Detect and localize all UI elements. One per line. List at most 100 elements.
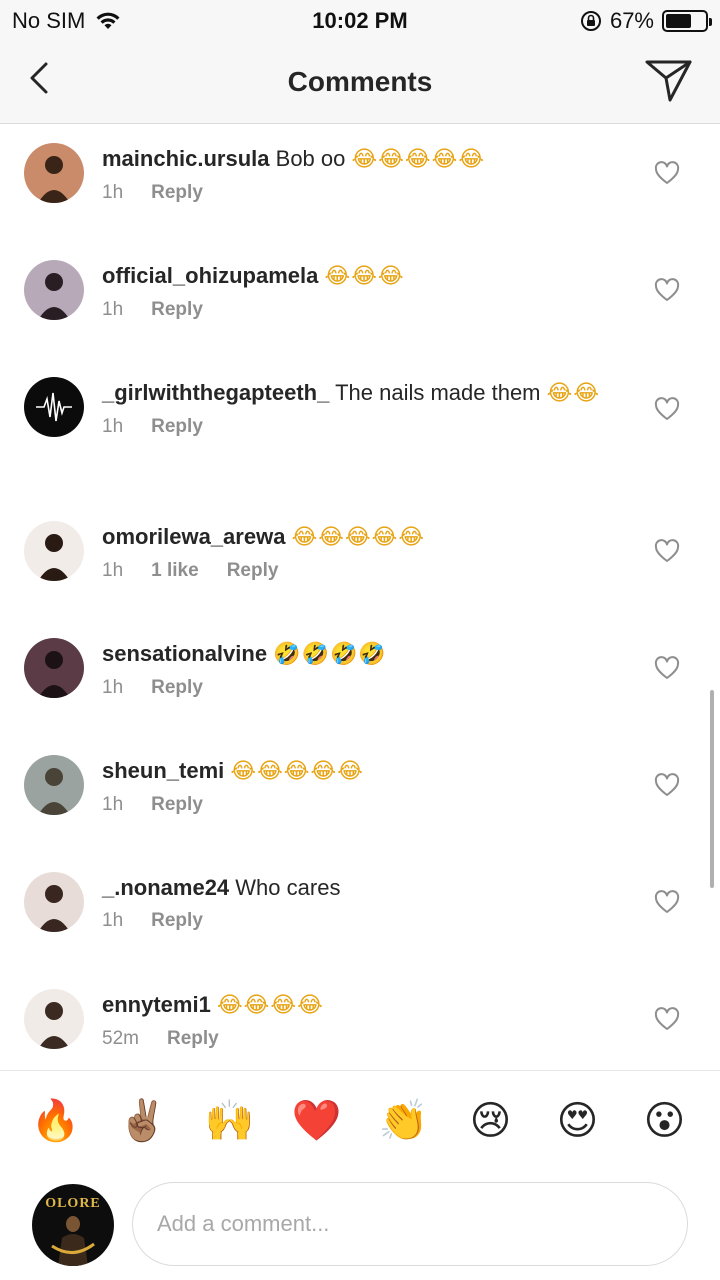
like-heart-icon[interactable] xyxy=(654,397,680,421)
comment-text: sheun_temi 😂😂😂😂😂 xyxy=(102,757,622,786)
commenter-avatar[interactable] xyxy=(24,260,84,320)
comment-meta: 1h Reply xyxy=(102,299,622,321)
like-heart-icon[interactable] xyxy=(654,890,680,914)
comment-emoji: 😂😂😂 xyxy=(324,264,405,289)
comments-list[interactable]: mainchic.ursula Bob oo 😂😂😂😂😂 1h Reply offic… xyxy=(0,125,720,1069)
comment-row: mainchic.ursula Bob oo 😂😂😂😂😂 1h Reply xyxy=(0,135,720,245)
comment-username[interactable]: ennytemi1 xyxy=(102,992,211,1017)
profile-photo xyxy=(24,143,84,203)
comment-text: sensationalvine 🤣🤣🤣🤣 xyxy=(102,640,622,669)
comment-meta: 52m Reply xyxy=(102,1028,622,1050)
comment-time: 1h xyxy=(102,182,124,203)
like-heart-icon[interactable] xyxy=(654,161,680,185)
comment-username[interactable]: official_ohizupamela xyxy=(102,263,318,288)
comment-text: _.noname24 Who cares xyxy=(102,874,622,902)
commenter-avatar[interactable] xyxy=(24,755,84,815)
reply-button[interactable]: Reply xyxy=(167,1028,219,1050)
profile-photo xyxy=(24,755,84,815)
comment-username[interactable]: _girlwiththegapteeth_ xyxy=(102,380,329,405)
comment-message: Bob oo xyxy=(275,146,346,171)
reply-button[interactable]: Reply xyxy=(227,560,279,582)
comment-meta: 1h 1 like Reply xyxy=(102,560,622,582)
comment-meta: 1h Reply xyxy=(102,182,622,204)
comment-row: sheun_temi 😂😂😂😂😂 1h Reply xyxy=(0,747,720,857)
comment-text: ennytemi1 😂😂😂😂 xyxy=(102,991,622,1020)
reply-button[interactable]: Reply xyxy=(151,299,203,321)
comment-body: ennytemi1 😂😂😂😂 52m Reply xyxy=(102,991,622,1050)
commenter-avatar[interactable] xyxy=(24,989,84,1049)
commenter-avatar[interactable] xyxy=(24,872,84,932)
reply-button[interactable]: Reply xyxy=(151,182,203,204)
comment-time: 1h xyxy=(102,560,124,581)
comment-row: _.noname24 Who cares 1h Reply xyxy=(0,864,720,974)
comment-body: omorilewa_arewa 😂😂😂😂😂 1h 1 like Reply xyxy=(102,523,622,582)
comment-composer: OLORE xyxy=(0,1170,720,1280)
like-heart-icon[interactable] xyxy=(654,539,680,563)
direct-message-button[interactable] xyxy=(644,56,694,104)
comment-emoji: 😂😂😂😂😂 xyxy=(291,525,426,550)
comment-text: omorilewa_arewa 😂😂😂😂😂 xyxy=(102,523,622,552)
emoji-reaction-bar: 🔥 ✌🏽 🙌 ❤️ 👏 😢 😍 😮 xyxy=(0,1070,720,1170)
comment-emoji: 😂😂😂😂😂 xyxy=(351,147,486,172)
battery-fill xyxy=(666,14,692,28)
comment-message: Who cares xyxy=(235,875,341,900)
reply-button[interactable]: Reply xyxy=(151,416,203,438)
my-avatar-figure xyxy=(51,1216,95,1266)
comment-input[interactable] xyxy=(132,1182,688,1266)
header: Comments xyxy=(0,40,720,124)
heart-eyes-reaction-button[interactable]: 😍 xyxy=(550,1093,606,1149)
comment-time: 1h xyxy=(102,794,124,815)
comment-likes[interactable]: 1 like xyxy=(151,560,199,582)
comment-username[interactable]: omorilewa_arewa xyxy=(102,524,285,549)
status-bar: No SIM 10:02 PM 67% xyxy=(0,0,720,40)
comment-meta: 1h Reply xyxy=(102,416,622,438)
commenter-avatar[interactable] xyxy=(24,638,84,698)
comment-emoji: 😂😂😂😂😂 xyxy=(230,759,364,784)
profile-photo xyxy=(24,638,84,698)
commenter-avatar[interactable] xyxy=(24,377,84,437)
comment-text: _girlwiththegapteeth_ The nails made the… xyxy=(102,379,622,408)
red-heart-reaction-button[interactable]: ❤️ xyxy=(289,1093,345,1149)
comment-row: sensationalvine 🤣🤣🤣🤣 1h Reply xyxy=(0,630,720,740)
comment-text: mainchic.ursula Bob oo 😂😂😂😂😂 xyxy=(102,145,622,174)
comment-meta: 1h Reply xyxy=(102,794,622,816)
commenter-avatar[interactable] xyxy=(24,143,84,203)
crying-face-reaction-button[interactable]: 😢 xyxy=(463,1093,519,1149)
comment-username[interactable]: sheun_temi xyxy=(102,758,224,783)
comment-body: sensationalvine 🤣🤣🤣🤣 1h Reply xyxy=(102,640,622,699)
comment-body: _girlwiththegapteeth_ The nails made the… xyxy=(102,379,622,438)
comment-body: _.noname24 Who cares 1h Reply xyxy=(102,874,622,932)
comment-username[interactable]: sensationalvine xyxy=(102,641,267,666)
status-right: 67% xyxy=(580,8,712,34)
like-heart-icon[interactable] xyxy=(654,656,680,680)
like-heart-icon[interactable] xyxy=(654,278,680,302)
profile-photo xyxy=(24,260,84,320)
like-heart-icon[interactable] xyxy=(654,773,680,797)
victory-hand-reaction-button[interactable]: ✌🏽 xyxy=(115,1093,171,1149)
like-heart-icon[interactable] xyxy=(654,1007,680,1031)
comment-row: ennytemi1 😂😂😂😂 52m Reply xyxy=(0,981,720,1069)
fire-reaction-button[interactable]: 🔥 xyxy=(28,1093,84,1149)
commenter-avatar[interactable] xyxy=(24,521,84,581)
comment-meta: 1h Reply xyxy=(102,910,622,932)
profile-photo xyxy=(24,521,84,581)
comment-emoji: 😂😂 xyxy=(546,381,601,406)
surprised-face-reaction-button[interactable]: 😮 xyxy=(637,1093,693,1149)
battery-percent: 67% xyxy=(609,8,654,33)
comment-text: official_ohizupamela 😂😂😂 xyxy=(102,262,622,291)
comment-body: mainchic.ursula Bob oo 😂😂😂😂😂 1h Reply xyxy=(102,145,622,204)
comment-username[interactable]: _.noname24 xyxy=(102,875,229,900)
raising-hands-reaction-button[interactable]: 🙌 xyxy=(202,1093,258,1149)
reply-button[interactable]: Reply xyxy=(151,910,203,932)
comment-time: 52m xyxy=(102,1028,139,1049)
comment-time: 1h xyxy=(102,299,124,320)
reply-button[interactable]: Reply xyxy=(151,677,203,699)
comment-row: _girlwiththegapteeth_ The nails made the… xyxy=(0,369,720,479)
profile-photo xyxy=(24,872,84,932)
comment-username[interactable]: mainchic.ursula xyxy=(102,146,270,171)
clapping-hands-reaction-button[interactable]: 👏 xyxy=(376,1093,432,1149)
scrollbar[interactable] xyxy=(710,690,714,888)
soundwave-icon xyxy=(24,377,84,437)
reply-button[interactable]: Reply xyxy=(151,794,203,816)
comment-message: The nails made them xyxy=(335,380,541,405)
